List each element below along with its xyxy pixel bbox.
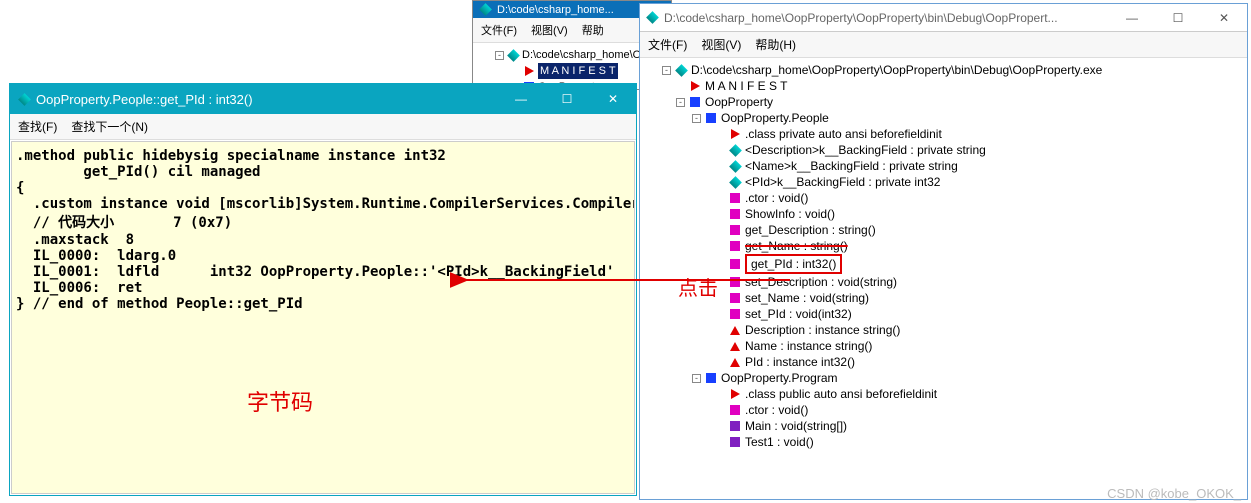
magenta-icon (730, 259, 740, 269)
menu-view[interactable]: 视图(V) (531, 22, 568, 38)
red-tri-r-icon (731, 389, 740, 399)
tree-item-class-people[interactable]: OopProperty.People (721, 110, 829, 126)
magenta-icon (730, 405, 740, 415)
red-tri-r-icon (731, 129, 740, 139)
tree-item-member[interactable]: .ctor : void() (745, 402, 808, 418)
menu-help[interactable]: 帮助(H) (755, 36, 796, 53)
tree-item-manifest[interactable]: M A N I F E S T (705, 78, 787, 94)
triangle-icon (691, 81, 700, 91)
menu-find[interactable]: 查找(F) (18, 118, 57, 135)
tree-item-member[interactable]: get_PId : int32() (745, 254, 842, 274)
tree-item-member[interactable]: set_Description : void(string) (745, 274, 897, 290)
tree-item-member[interactable]: ShowInfo : void() (745, 206, 835, 222)
cyan-icon (729, 176, 742, 189)
window-ildasm-tree: D:\code\csharp_home\OopProperty\OopPrope… (639, 3, 1248, 500)
red-tri-icon (730, 342, 740, 351)
annotation-bytecode: 字节码 (247, 385, 313, 417)
cyan-icon (729, 144, 742, 157)
tree-item-member[interactable]: set_PId : void(int32) (745, 306, 852, 322)
triangle-icon (525, 66, 534, 76)
magenta-icon (730, 225, 740, 235)
menu-view[interactable]: 视图(V) (701, 36, 741, 53)
window-controls: — ☐ ✕ (1109, 4, 1247, 32)
menu-file[interactable]: 文件(F) (481, 22, 517, 38)
titlebar[interactable]: D:\code\csharp_home\OopProperty\OopPrope… (640, 4, 1247, 32)
tree-item-member[interactable]: .class private auto ansi beforefieldinit (745, 126, 942, 142)
tree-item-class-program[interactable]: OopProperty.Program (721, 370, 838, 386)
titlebar[interactable]: OopProperty.People::get_PId : int32() — … (10, 84, 636, 114)
maximize-button[interactable]: ☐ (544, 85, 590, 113)
tree-item-member[interactable]: <PId>k__BackingField : private int32 (745, 174, 940, 190)
tree-item-member[interactable]: Name : instance string() (745, 338, 872, 354)
diamond-icon (507, 49, 520, 62)
app-icon (646, 11, 659, 24)
window-controls: — ☐ ✕ (498, 85, 636, 113)
class-icon (706, 373, 716, 383)
tree-item-member[interactable]: .class public auto ansi beforefieldinit (745, 386, 937, 402)
tree-item-member[interactable]: <Description>k__BackingField : private s… (745, 142, 986, 158)
close-button[interactable]: ✕ (590, 85, 636, 113)
red-tri-icon (730, 358, 740, 367)
tree-item-member[interactable]: PId : instance int32() (745, 354, 855, 370)
tree-toggle[interactable]: - (692, 114, 701, 123)
menubar: 文件(F) 视图(V) 帮助(H) (640, 32, 1247, 58)
magenta-icon (730, 193, 740, 203)
tree-item-member[interactable]: set_Name : void(string) (745, 290, 869, 306)
annotation-click: 点击 (678, 272, 718, 301)
tree-item-member[interactable]: get_Description : string() (745, 222, 876, 238)
menu-file[interactable]: 文件(F) (648, 36, 687, 53)
tree-item-namespace[interactable]: OopProperty (705, 94, 773, 110)
minimize-button[interactable]: — (1109, 4, 1155, 32)
tree[interactable]: - D:\code\csharp_home\OopProperty\OopPro… (640, 58, 1247, 454)
window-title: D:\code\csharp_home... (497, 4, 614, 16)
purple-icon (730, 437, 740, 447)
diamond-icon (675, 64, 688, 77)
tree-toggle[interactable]: - (662, 66, 671, 75)
tree-root[interactable]: D:\code\csharp_home\O (522, 47, 641, 63)
tree-item-member[interactable]: Test1 : void() (745, 434, 814, 450)
maximize-button[interactable]: ☐ (1155, 4, 1201, 32)
tree-item-member[interactable]: Description : instance string() (745, 322, 900, 338)
app-icon (479, 3, 492, 16)
magenta-icon (730, 309, 740, 319)
class-icon (706, 113, 716, 123)
purple-icon (730, 421, 740, 431)
namespace-icon (690, 97, 700, 107)
app-icon (18, 93, 31, 106)
window-title: OopProperty.People::get_PId : int32() (36, 92, 492, 107)
window-il-code: OopProperty.People::get_PId : int32() — … (9, 83, 637, 496)
tree-item-member[interactable]: get_Name : string() (745, 238, 848, 254)
window-title: D:\code\csharp_home\OopProperty\OopPrope… (664, 11, 1103, 25)
tree-item-member[interactable]: <Name>k__BackingField : private string (745, 158, 958, 174)
magenta-icon (730, 293, 740, 303)
tree-toggle[interactable]: - (495, 51, 504, 60)
menubar: 查找(F) 查找下一个(N) (10, 114, 636, 140)
magenta-icon (730, 209, 740, 219)
tree-item-manifest[interactable]: M A N I F E S T (538, 63, 618, 79)
menu-help[interactable]: 帮助 (582, 22, 604, 38)
magenta-icon (730, 277, 740, 287)
tree-item-member[interactable]: Main : void(string[]) (745, 418, 847, 434)
il-code-area[interactable]: .method public hidebysig specialname ins… (11, 141, 635, 494)
red-tri-icon (730, 326, 740, 335)
menu-findnext[interactable]: 查找下一个(N) (71, 118, 148, 135)
tree-toggle[interactable]: - (692, 374, 701, 383)
tree-root[interactable]: D:\code\csharp_home\OopProperty\OopPrope… (691, 62, 1102, 78)
tree-item-member[interactable]: .ctor : void() (745, 190, 808, 206)
tree-toggle[interactable]: - (676, 98, 685, 107)
close-button[interactable]: ✕ (1201, 4, 1247, 32)
magenta-icon (730, 241, 740, 251)
cyan-icon (729, 160, 742, 173)
watermark: CSDN @kobe_OKOK_ (1107, 486, 1241, 501)
minimize-button[interactable]: — (498, 85, 544, 113)
